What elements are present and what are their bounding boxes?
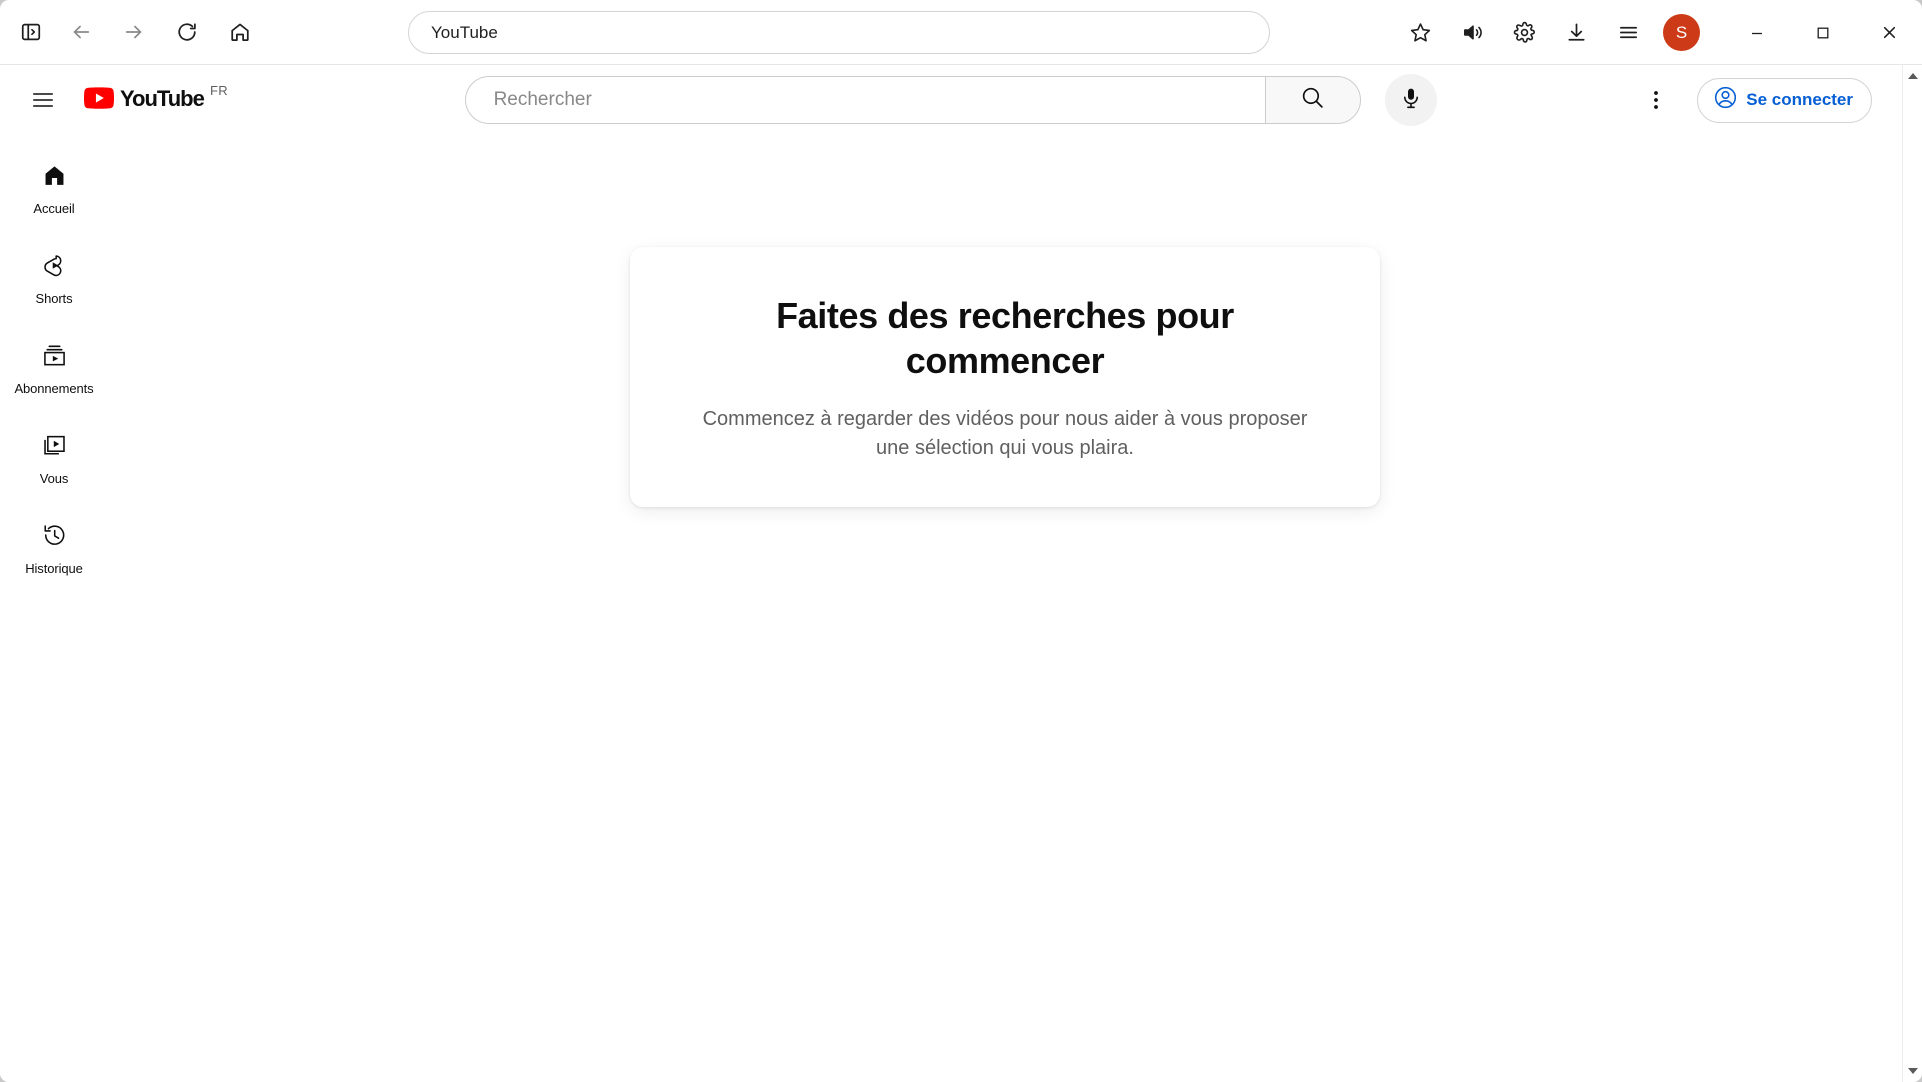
more-options-kebab-icon[interactable] <box>1633 77 1679 123</box>
mini-guide-sidebar: Accueil Shorts Abonnements Vous Historiq… <box>0 135 108 1082</box>
page-viewport: YouTube FR Rechercher Se connecter Accue… <box>0 65 1922 1082</box>
search-form: Rechercher <box>464 76 1361 124</box>
home-icon[interactable] <box>219 11 261 53</box>
sidebar-label-home: Accueil <box>33 201 75 217</box>
voice-search-button[interactable] <box>1384 74 1437 126</box>
browser-actions-group: S <box>1399 0 1922 65</box>
sign-in-button[interactable]: Se connecter <box>1697 77 1872 123</box>
browser-window: YouTube S YouTube FR Rechercher Se conne… <box>0 0 1922 1082</box>
close-button[interactable] <box>1856 0 1922 65</box>
masthead-left: YouTube FR <box>0 77 228 123</box>
settings-gear-icon[interactable] <box>1503 12 1545 54</box>
minimize-button[interactable] <box>1724 0 1790 65</box>
scrollbar-up-arrow-icon[interactable] <box>1903 65 1922 87</box>
search-prompt-card: Faites des recherches pour commencer Com… <box>630 247 1380 507</box>
sidebar-toggle-icon[interactable] <box>10 11 52 53</box>
browser-navigation-group <box>60 11 261 53</box>
sidebar-item-shorts[interactable]: Shorts <box>6 235 102 325</box>
youtube-masthead: YouTube FR Rechercher Se connecter <box>0 65 1902 135</box>
sidebar-item-home[interactable]: Accueil <box>6 145 102 235</box>
page-scrollbar[interactable] <box>1902 65 1922 1082</box>
sidebar-label-history: Historique <box>25 561 83 577</box>
scrollbar-down-arrow-icon[interactable] <box>1903 1060 1922 1082</box>
app-menu-icon[interactable] <box>1607 12 1649 54</box>
promo-title: Faites des recherches pour commencer <box>776 295 1234 381</box>
sidebar-label-shorts: Shorts <box>35 291 73 307</box>
sidebar-item-history[interactable]: Historique <box>6 505 102 595</box>
guide-toggle-hamburger-icon[interactable] <box>20 77 66 123</box>
account-circle-icon <box>1713 85 1738 115</box>
sidebar-item-you[interactable]: Vous <box>6 415 102 505</box>
search-magnifier-icon <box>1300 85 1325 115</box>
sound-icon[interactable] <box>1451 12 1493 54</box>
main-content: Faites des recherches pour commencer Com… <box>108 135 1902 1082</box>
youtube-logo[interactable]: YouTube FR <box>72 80 228 120</box>
sign-in-label: Se connecter <box>1746 90 1853 109</box>
maximize-button[interactable] <box>1790 0 1856 65</box>
browser-profile-avatar[interactable]: S <box>1663 14 1700 51</box>
downloads-icon[interactable] <box>1555 12 1597 54</box>
youtube-country-code: FR <box>210 83 228 98</box>
history-clock-icon <box>42 523 67 553</box>
sidebar-item-subscriptions[interactable]: Abonnements <box>6 325 102 415</box>
search-submit-button[interactable] <box>1264 76 1361 124</box>
sidebar-label-you: Vous <box>39 471 69 487</box>
you-library-icon <box>42 433 67 463</box>
forward-icon[interactable] <box>113 11 155 53</box>
back-icon[interactable] <box>60 11 102 53</box>
bookmark-star-icon[interactable] <box>1399 12 1441 54</box>
shorts-icon <box>42 253 67 283</box>
subscriptions-icon <box>42 343 67 373</box>
reload-icon[interactable] <box>166 11 208 53</box>
masthead-right: Se connecter <box>1633 77 1902 123</box>
svg-text:YouTube: YouTube <box>120 86 205 111</box>
home-filled-icon <box>42 163 67 193</box>
window-controls <box>1724 0 1922 65</box>
browser-toolbar: YouTube S <box>0 0 1922 65</box>
microphone-icon <box>1399 86 1423 115</box>
masthead-center: Rechercher <box>228 74 1633 126</box>
youtube-play-logo-icon: YouTube <box>83 86 206 121</box>
search-input[interactable]: Rechercher <box>464 76 1265 124</box>
sidebar-label-subscriptions: Abonnements <box>14 381 94 397</box>
promo-subtitle: Commencez à regarder des vidéos pour nou… <box>702 408 1308 459</box>
address-bar-input[interactable]: YouTube <box>408 11 1270 54</box>
address-bar-container: YouTube <box>408 11 1270 54</box>
